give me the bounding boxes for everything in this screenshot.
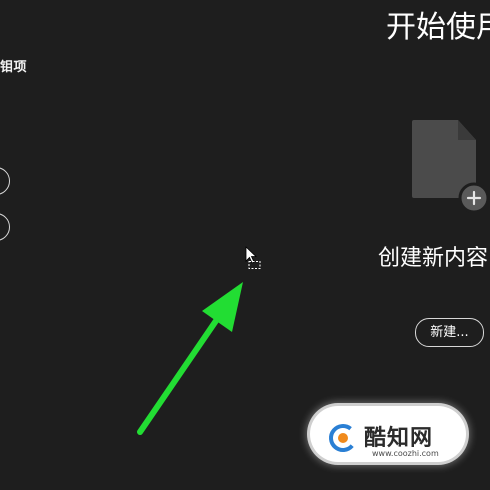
- watermark-url: www.coozhi.com: [372, 449, 439, 458]
- sidebar-circle-button-2[interactable]: [0, 213, 10, 241]
- sidebar-label: 钼项: [0, 60, 28, 75]
- create-new-label: 创建新内容: [378, 246, 489, 271]
- sidebar-circle-button-1[interactable]: [0, 167, 10, 195]
- page-title: 开始使用: [386, 10, 490, 45]
- new-button[interactable]: 新建...: [415, 318, 484, 347]
- watermark-badge: 酷知网 www.coozhi.com: [310, 406, 466, 462]
- watermark-brand: 酷知网: [364, 426, 434, 451]
- mouse-cursor-icon: [245, 246, 261, 269]
- coozhi-logo-icon: [329, 424, 357, 452]
- watermark: 酷知网 www.coozhi.com: [304, 400, 472, 470]
- new-document-icon: [412, 120, 490, 214]
